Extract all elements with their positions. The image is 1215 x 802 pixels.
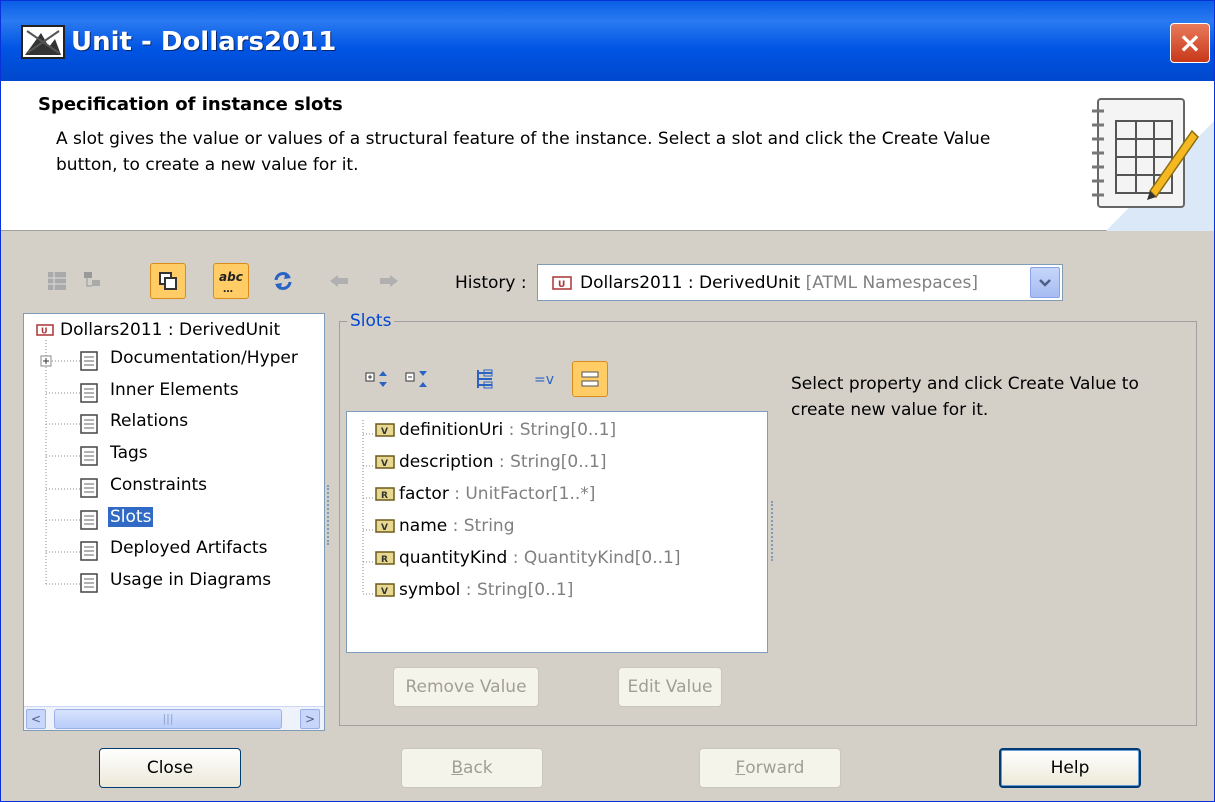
history-combo[interactable]: U Dollars2011 : DerivedUnit [ATML Namesp…	[537, 264, 1063, 301]
reference-property-icon: R	[375, 551, 395, 565]
edit-value-button[interactable]: Edit Value	[618, 667, 722, 707]
page-icon	[80, 414, 98, 435]
svg-text:abc: abc	[219, 270, 243, 284]
slot-type: : String[0..1]	[460, 580, 574, 600]
slot-type: : String	[447, 516, 515, 536]
main-toolbar: abc… History : U Dollars2011 : DerivedUn…	[1, 263, 1214, 303]
scroll-left-icon[interactable]: <	[26, 709, 46, 729]
window-title: Unit - Dollars2011	[71, 27, 337, 57]
slot-type: : String[0..1]	[493, 452, 607, 472]
splitter-grip[interactable]	[327, 485, 331, 545]
back-button-mnemonic: B	[451, 758, 464, 778]
page-icon	[80, 351, 98, 371]
title-bar[interactable]: Unit - Dollars2011 ×	[1, 1, 1214, 81]
spec-document-icon	[1092, 98, 1214, 231]
slot-name: factor	[399, 484, 449, 504]
svg-text:R: R	[381, 555, 388, 565]
specification-dialog: Unit - Dollars2011 × Specification of in…	[0, 0, 1215, 802]
reference-property-icon: R	[375, 487, 395, 501]
dialog-header: Specification of instance slots A slot g…	[1, 81, 1214, 231]
tree-horizontal-scrollbar[interactable]: < ||| >	[24, 706, 324, 730]
history-context: [ATML Namespaces]	[805, 273, 978, 293]
help-button[interactable]: Help	[999, 748, 1141, 788]
equals-value-icon[interactable]: =v	[527, 361, 563, 397]
svg-text:U: U	[558, 280, 565, 290]
collapse-all-icon[interactable]	[399, 361, 435, 397]
slot-name: definitionUri	[399, 420, 504, 440]
derived-unit-icon: U	[552, 276, 572, 290]
back-button[interactable]: Back	[401, 748, 543, 788]
scroll-right-icon[interactable]: >	[300, 709, 320, 729]
slot-type: : UnitFactor[1..*]	[448, 484, 596, 504]
page-icon	[80, 509, 98, 530]
app-icon	[21, 25, 65, 59]
slots-list[interactable]: VdefinitionUri : String[0..1] Vdescriptio…	[346, 411, 768, 653]
remove-value-button[interactable]: Remove Value	[393, 667, 539, 707]
chevron-down-icon[interactable]	[1030, 267, 1060, 298]
close-button[interactable]: Close	[99, 748, 241, 788]
history-label: History :	[455, 273, 527, 293]
slot-name: quantityKind	[399, 548, 508, 568]
tree-item-label: Usage in Diagrams	[110, 569, 272, 590]
forward-button-mnemonic: F	[735, 758, 746, 778]
close-window-button[interactable]: ×	[1170, 23, 1210, 63]
history-value: Dollars2011 : DerivedUnit	[580, 273, 801, 293]
abc-icon[interactable]: abc…	[213, 263, 249, 299]
svg-text:…: …	[223, 284, 233, 294]
tree-item-label: Documentation/Hyper	[110, 348, 298, 368]
refresh-icon[interactable]	[265, 263, 301, 299]
tree-view-icon[interactable]	[75, 263, 111, 299]
hierarchy-icon[interactable]	[467, 361, 503, 397]
tree-item-label: Constraints	[110, 474, 207, 495]
scrollbar-thumb[interactable]: |||	[54, 709, 282, 729]
page-icon	[80, 446, 98, 466]
value-property-icon: V	[375, 583, 395, 597]
svg-text:=v: =v	[534, 372, 554, 388]
slot-connector-lines	[362, 420, 375, 595]
header-description: A slot gives the value or values of a st…	[56, 129, 991, 175]
page-icon	[80, 573, 98, 593]
tree-item-label: Inner Elements	[110, 379, 239, 400]
slots-group-title: Slots	[347, 311, 395, 331]
close-icon: ×	[1178, 26, 1202, 59]
page-icon	[80, 541, 98, 561]
slot-type: : QuantityKind[0..1]	[507, 548, 681, 568]
slot-type: : String[0..1]	[503, 420, 617, 440]
svg-text:V: V	[381, 523, 388, 533]
copy-icon[interactable]	[150, 263, 186, 299]
forward-arrow-icon[interactable]	[371, 263, 407, 299]
slot-name: symbol	[399, 580, 461, 600]
value-property-icon: V	[375, 455, 395, 469]
svg-text:V: V	[381, 587, 388, 597]
tree-item-label: Relations	[110, 411, 189, 432]
svg-text:V: V	[381, 427, 388, 437]
back-arrow-icon[interactable]	[321, 263, 357, 299]
slot-name: name	[399, 516, 448, 536]
expand-all-icon[interactable]	[359, 361, 395, 397]
forward-button-label-rest: orward	[745, 758, 805, 778]
back-button-label-rest: ack	[463, 758, 493, 778]
svg-text:V: V	[381, 459, 388, 469]
table-view-icon[interactable]	[39, 263, 75, 299]
forward-button[interactable]: Forward	[699, 748, 841, 788]
slots-splitter-grip[interactable]	[771, 501, 775, 561]
value-property-icon: V	[375, 423, 395, 437]
header-title: Specification of instance slots	[38, 94, 343, 115]
navigation-tree[interactable]: U Dollars2011 : DerivedUnit Documentation…	[23, 313, 325, 731]
value-property-icon: V	[375, 519, 395, 533]
tree-item-label: Slots	[108, 506, 154, 527]
grouped-view-icon[interactable]	[572, 361, 608, 397]
tree-item-label: Tags	[110, 443, 148, 464]
page-icon	[80, 478, 98, 498]
slot-name: description	[399, 452, 494, 472]
page-icon	[80, 382, 98, 403]
svg-text:R: R	[381, 491, 388, 501]
slots-instruction: Select property and click Create Value t…	[791, 374, 1139, 420]
tree-item-label: Deployed Artifacts	[110, 538, 268, 559]
